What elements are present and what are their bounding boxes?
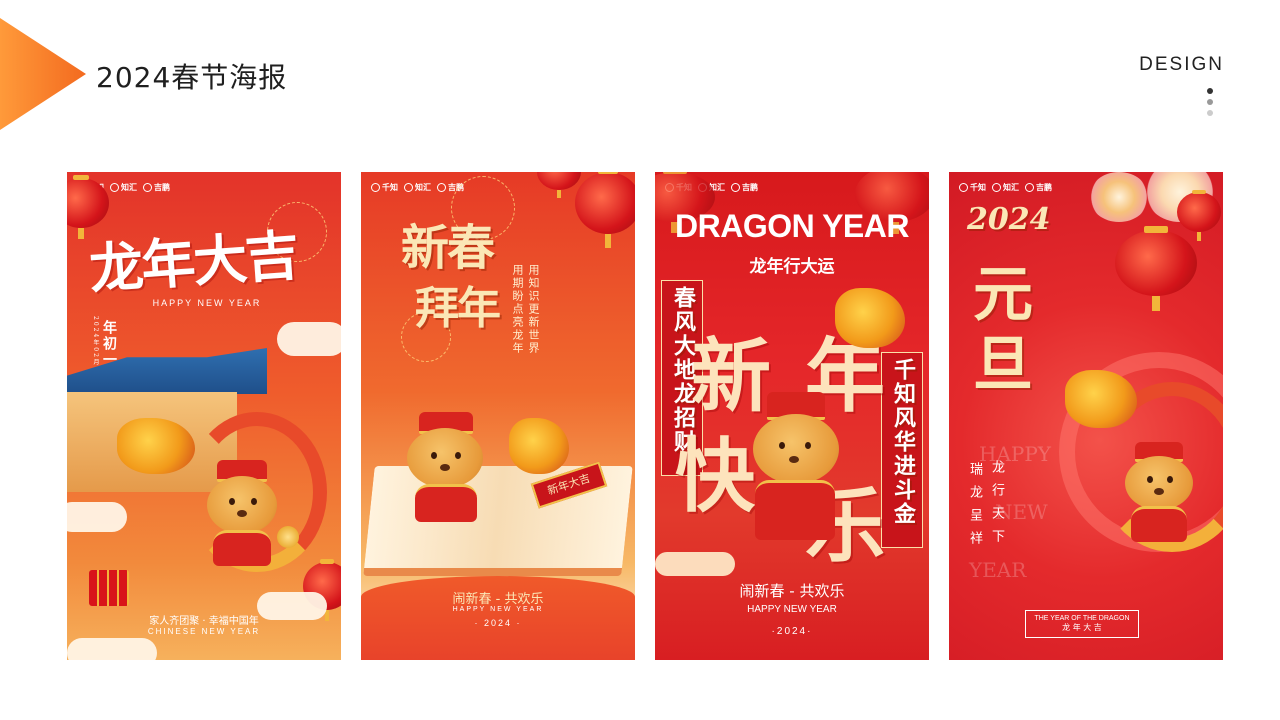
poster-headline-en: DRAGON YEAR [675,208,909,244]
design-label: DESIGN [1139,54,1224,75]
cloud-decoration [277,322,341,356]
poster-4[interactable]: 千知 知汇 吉鹏 2024 元旦 HAPPY NEW YEAR 龙行天下 瑞龙呈… [949,172,1223,660]
logo-mark-icon [143,183,152,192]
lantern-icon [537,172,581,198]
brand-logo: 千知 [371,182,398,193]
logo-mark-icon [992,183,1001,192]
logo-mark-icon [1025,183,1034,192]
lantern-icon [1115,226,1197,311]
cloud-decoration [257,592,327,620]
poster-vertical-1: 用知识更新世界 [527,264,540,355]
logo-mark-icon [404,183,413,192]
cloud-decoration [655,552,735,576]
poster-headline-2: 拜年 [415,283,501,334]
badge-en: THE YEAR OF THE DRAGON [1034,615,1130,622]
mascot-character [1121,442,1197,546]
brand-logo: 知汇 [110,182,137,193]
poster-logos: 千知 知汇 吉鹏 [959,182,1052,193]
mascot-character [403,412,489,524]
poster-logos: 千知 知汇 吉鹏 [371,182,464,193]
corner-accent-triangle [0,18,86,130]
coin-icon [277,526,299,548]
poster-headline: 龙年大吉 [87,222,300,302]
cloud-decoration [67,502,127,532]
poster-vertical-2: 龙行天下 [989,460,1004,552]
lantern-icon [575,172,635,248]
poster-headline-1: 新春 [401,220,495,276]
poster-subtitle: HAPPY NEW YEAR [152,298,262,308]
poster-2[interactable]: 千知 知汇 吉鹏 新春 拜年 用知识更新世界 用期盼点亮龙年 新年大吉 闹新春 … [361,172,635,660]
logo-mark-icon [437,183,446,192]
mascot-character [745,392,845,542]
poster-footer-en: HAPPY NEW YEAR [452,606,544,613]
firecracker-icon [89,570,129,606]
logo-mark-icon [959,183,968,192]
ghost-en-3: YEAR [969,558,1027,582]
brand-logo: 吉鹏 [1025,182,1052,193]
dragon-mascot-icon [509,418,569,474]
pager-dots[interactable] [1206,88,1214,121]
logo-mark-icon [371,183,380,192]
dragon-year-badge: THE YEAR OF THE DRAGON 龙 年 大 吉 [1025,610,1139,638]
brand-logo: 知汇 [992,182,1019,193]
pager-dot-3[interactable] [1207,110,1213,116]
poster-vertical-2: 用期盼点亮龙年 [511,264,524,355]
mascot-character [203,460,283,570]
brand-logo: 知汇 [404,182,431,193]
poster-headline: 元旦 [973,260,1033,400]
cloud-decoration [67,638,157,660]
poster-footer-year: · 2024 · [474,618,522,628]
flower-icon [1089,172,1149,222]
pager-dot-1[interactable] [1207,88,1213,94]
poster-1[interactable]: 千知 知汇 吉鹏 龙年大吉 HAPPY NEW YEAR 2024年02月10日… [67,172,341,660]
page-title: 2024春节海报 [96,61,288,94]
dragon-head-icon [835,288,905,348]
big-char-3: 快 [675,429,755,523]
lantern-icon [1177,189,1221,241]
poster-footer-cn: 闹新春 - 共欢乐 [739,582,845,600]
pager-dot-2[interactable] [1207,99,1213,105]
poster-3[interactable]: 千知 知汇 吉鹏 DRAGON YEAR 龙年行大运 春风大地龙招财 千知风华进… [655,172,929,660]
brand-logo: 吉鹏 [143,182,170,193]
poster-year: 2024 [967,202,1051,237]
poster-footer-en: CHINESE NEW YEAR [147,627,261,636]
right-couplet: 千知风华进斗金 [890,358,916,526]
brand-logo: 吉鹏 [731,182,758,193]
logo-mark-icon [731,183,740,192]
badge-cn: 龙 年 大 吉 [1062,623,1102,632]
logo-mark-icon [110,183,119,192]
poster-headline-sub: 龙年行大运 [749,257,835,277]
brand-logo: 千知 [959,182,986,193]
poster-footer-cn: 闹新春 - 共欢乐 [452,592,544,607]
poster-vertical-1: 瑞龙呈祥 [967,462,982,554]
poster-footer-en: HAPPY NEW YEAR [747,604,837,615]
poster-footer-year: ·2024· [771,626,813,637]
